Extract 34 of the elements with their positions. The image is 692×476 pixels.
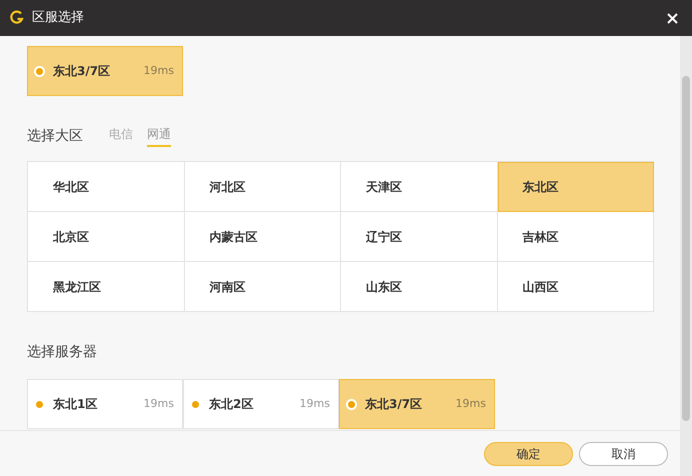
logo-icon — [10, 10, 24, 26]
ping-text: 19ms — [300, 396, 330, 412]
server-name: 东北3/7区 — [365, 396, 422, 413]
region-option[interactable]: 河南区 — [184, 262, 341, 312]
scrollbar-thumb[interactable] — [682, 76, 690, 421]
region-option[interactable]: 天津区 — [341, 162, 498, 212]
server-name: 东北2区 — [209, 396, 254, 413]
status-dot-icon — [36, 68, 43, 74]
region-option[interactable]: 东北区 — [498, 162, 654, 212]
status-dot-icon — [192, 400, 199, 408]
server-option[interactable]: 东北2区 19ms — [183, 379, 339, 429]
region-option[interactable]: 内蒙古区 — [184, 212, 341, 262]
region-option[interactable]: 华北区 — [28, 162, 184, 212]
status-dot-icon — [348, 400, 355, 408]
ping-text: 19ms — [456, 396, 486, 412]
server-name: 东北3/7区 — [53, 63, 110, 80]
region-option[interactable]: 山西区 — [498, 262, 654, 312]
window-title: 区服选择 — [32, 9, 84, 28]
status-dot-icon — [36, 400, 43, 408]
region-option[interactable]: 河北区 — [184, 162, 341, 212]
section-label: 选择服务器 — [27, 344, 97, 360]
ping-text: 19ms — [144, 62, 174, 79]
region-option[interactable]: 北京区 — [28, 212, 184, 262]
section-label: 选择大区 — [27, 126, 83, 146]
server-name: 东北1区 — [53, 396, 98, 413]
server-option[interactable]: 东北1区 19ms — [27, 379, 183, 429]
server-option[interactable]: 东北3/7区 19ms — [339, 379, 495, 429]
confirm-button[interactable]: 确定 — [484, 442, 573, 466]
region-option[interactable]: 山东区 — [341, 262, 498, 312]
ping-text: 19ms — [144, 396, 174, 412]
region-option[interactable]: 黑龙江区 — [28, 262, 184, 312]
region-option[interactable]: 辽宁区 — [341, 212, 498, 262]
region-option[interactable]: 吉林区 — [498, 212, 654, 262]
cancel-button[interactable]: 取消 — [579, 442, 668, 466]
